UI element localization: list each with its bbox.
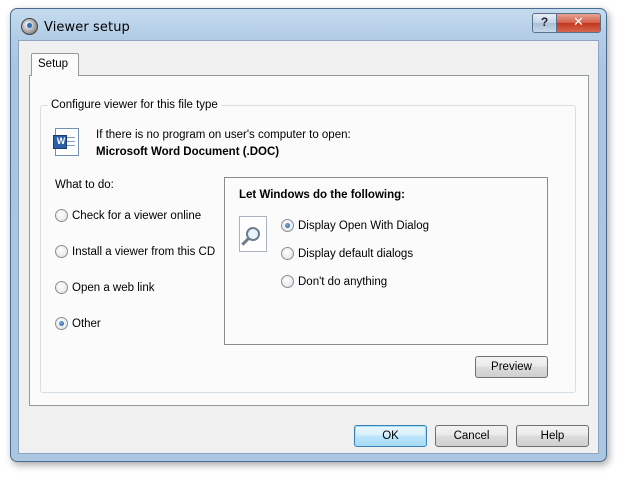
radio-label: Other (72, 317, 101, 330)
no-program-text: If there is no program on user's compute… (96, 129, 351, 141)
radio-button-selected[interactable] (55, 317, 68, 330)
radio-label: Display Open With Dialog (298, 219, 430, 232)
radio-label: Display default dialogs (298, 247, 414, 260)
windows-action-box: Let Windows do the following: Display Op… (224, 177, 548, 345)
file-type-name: Microsoft Word Document (.DOC) (96, 146, 280, 158)
radio-label: Open a web link (72, 281, 155, 294)
word-letter: W (56, 136, 66, 146)
dialog-client-area: Setup Configure viewer for this file typ… (18, 40, 599, 454)
configure-viewer-group: Configure viewer for this file type W If… (40, 99, 576, 393)
ok-button[interactable]: OK (354, 425, 427, 447)
tab-setup[interactable]: Setup (31, 53, 79, 76)
word-document-icon: W (53, 128, 79, 156)
radio-button[interactable] (281, 247, 294, 260)
preview-button[interactable]: Preview (475, 356, 548, 378)
help-button[interactable]: Help (516, 425, 589, 447)
close-button[interactable]: ✕ (556, 13, 601, 33)
magnifier-document-icon (239, 216, 267, 252)
radio-check-viewer-online[interactable]: Check for a viewer online (55, 209, 201, 222)
radio-install-viewer-cd[interactable]: Install a viewer from this CD (55, 245, 215, 258)
radio-button[interactable] (55, 209, 68, 222)
radio-display-default-dialogs[interactable]: Display default dialogs (281, 247, 413, 260)
help-caption-button[interactable]: ? (532, 13, 557, 33)
radio-label: Install a viewer from this CD (72, 245, 216, 258)
windows-box-title: Let Windows do the following: (239, 189, 405, 201)
window-title: Viewer setup (44, 20, 130, 35)
radio-display-open-with[interactable]: Display Open With Dialog (281, 219, 429, 232)
viewer-setup-window: Viewer setup ? ✕ Setup Configure viewer … (10, 8, 607, 462)
what-to-do-label: What to do: (55, 179, 114, 191)
tab-setup-label: Setup (38, 58, 69, 70)
app-icon (21, 18, 38, 35)
setup-tab-panel: Configure viewer for this file type W If… (29, 75, 589, 406)
radio-button-selected[interactable] (281, 219, 294, 232)
title-bar[interactable]: Viewer setup ? ✕ (11, 9, 606, 39)
radio-button[interactable] (55, 245, 68, 258)
radio-label: Don't do anything (298, 275, 388, 288)
group-title: Configure viewer for this file type (48, 99, 221, 111)
cancel-button[interactable]: Cancel (435, 425, 508, 447)
radio-open-web-link[interactable]: Open a web link (55, 281, 154, 294)
radio-dont-do-anything[interactable]: Don't do anything (281, 275, 387, 288)
close-icon: ✕ (573, 14, 584, 29)
radio-label: Check for a viewer online (72, 209, 202, 222)
radio-button[interactable] (281, 275, 294, 288)
radio-other[interactable]: Other (55, 317, 101, 330)
radio-button[interactable] (55, 281, 68, 294)
question-mark-icon: ? (540, 15, 549, 29)
